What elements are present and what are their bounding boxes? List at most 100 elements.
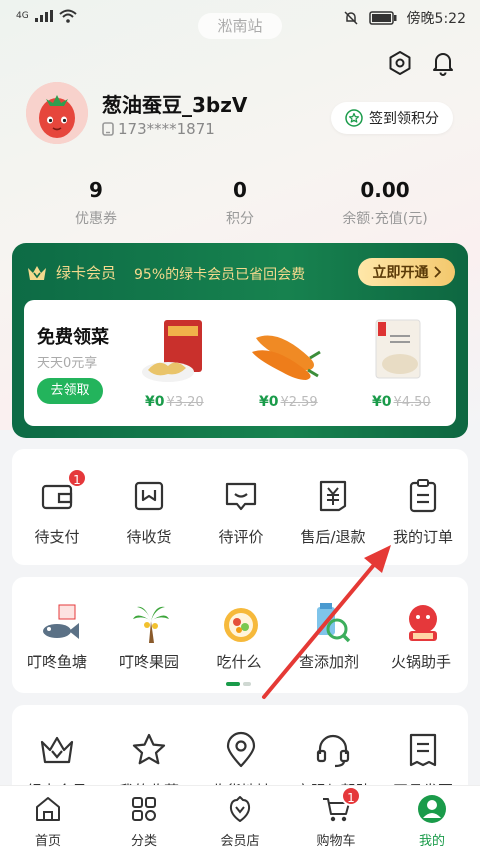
free-veggie-subtitle: 天天0元享	[37, 356, 98, 371]
additive-check-icon	[317, 603, 351, 643]
free-veggie-title: 免费领菜	[37, 327, 109, 348]
crown-icon	[40, 736, 74, 764]
stat-coupons[interactable]: 9 优惠券	[46, 178, 146, 228]
category-icon	[132, 797, 156, 821]
star-badge-icon	[345, 109, 363, 127]
member-title: 绿卡会员	[26, 262, 116, 283]
nickname[interactable]: 葱油蚕豆_3bzV	[102, 89, 247, 118]
price-now: ¥0	[145, 394, 165, 410]
invoice-icon	[409, 733, 437, 767]
service-label: 叮咚鱼塘	[26, 653, 87, 671]
pending-payment-badge: 1	[67, 468, 87, 488]
stat-points[interactable]: 0 积分	[190, 178, 290, 228]
nav-cart[interactable]: 1 购物车	[296, 786, 376, 849]
price-old: ¥3.20	[166, 395, 204, 410]
claim-button[interactable]: 去领取	[37, 378, 103, 404]
network-label: 4G	[16, 11, 29, 21]
crown-v-icon	[28, 265, 46, 280]
status-time: 傍晚5:22	[406, 11, 466, 27]
stat-value: 0.00	[360, 178, 410, 202]
nav-member-store[interactable]: 会员店	[200, 794, 280, 849]
open-membership-button[interactable]: 立即开通	[358, 258, 455, 286]
star-icon	[132, 733, 166, 765]
food-plate-icon	[224, 608, 258, 642]
notification-bell-icon[interactable]	[430, 50, 456, 76]
stat-value: 0	[233, 178, 247, 202]
service-additive-check[interactable]: 查添加剂	[283, 601, 375, 672]
service-label: 火锅助手	[390, 653, 451, 671]
nav-label: 分类	[130, 834, 157, 849]
stat-label: 余额·充值(元)	[342, 211, 428, 227]
nav-category[interactable]: 分类	[104, 794, 184, 849]
signin-label: 签到领积分	[369, 111, 439, 127]
nav-profile[interactable]: 我的	[392, 794, 472, 849]
home-icon	[36, 797, 60, 821]
snack-bag-icon[interactable]	[138, 318, 218, 386]
nav-label: 会员店	[220, 834, 260, 849]
signal-icon	[34, 10, 53, 22]
order-label: 待评价	[218, 528, 264, 546]
avatar[interactable]	[26, 82, 88, 144]
orchard-icon	[133, 606, 169, 643]
fish-pond-icon	[43, 604, 79, 639]
nav-label: 我的	[418, 834, 445, 849]
nav-home[interactable]: 首页	[8, 794, 88, 849]
service-label: 查添加剂	[298, 653, 359, 671]
cart-badge: 1	[341, 786, 361, 806]
page-indicator	[226, 682, 251, 686]
open-membership-label: 立即开通	[372, 265, 429, 281]
order-label: 待支付	[34, 528, 80, 546]
order-label: 售后/退款	[300, 528, 366, 546]
stat-label: 优惠券	[75, 211, 117, 227]
store-selector[interactable]: 淞南站	[198, 13, 282, 39]
member-store-icon	[229, 796, 251, 822]
page-dot-active	[226, 682, 240, 686]
signin-points-button[interactable]: 签到领积分	[331, 102, 453, 134]
service-hotpot[interactable]: 火锅助手	[375, 601, 467, 672]
price-old: ¥4.50	[393, 395, 431, 410]
wifi-icon	[59, 9, 77, 23]
refund-icon	[319, 480, 347, 512]
order-pending-payment[interactable]: 1 待支付	[11, 468, 103, 547]
order-label: 待收货	[126, 528, 172, 546]
product-price: ¥0 ¥4.50	[372, 394, 431, 410]
price-now: ¥0	[259, 394, 279, 410]
stat-label: 积分	[226, 211, 254, 227]
order-pending-review[interactable]: 待评价	[195, 476, 287, 547]
chevron-right-icon	[433, 266, 441, 278]
order-my-orders[interactable]: 我的订单	[377, 476, 469, 547]
service-label: 吃什么	[216, 653, 262, 671]
mute-bell-icon	[344, 11, 358, 25]
order-list-icon	[409, 479, 437, 513]
stat-value: 9	[89, 178, 103, 202]
location-pin-icon	[226, 731, 256, 768]
service-orchard[interactable]: 叮咚果园	[103, 601, 195, 672]
product-price: ¥0 ¥2.59	[259, 394, 318, 410]
service-fish-pond[interactable]: 叮咚鱼塘	[11, 601, 103, 672]
battery-icon	[368, 11, 397, 25]
carrot-icon[interactable]	[248, 318, 328, 386]
bowl-pack-icon[interactable]	[360, 318, 440, 386]
headset-icon	[316, 734, 350, 768]
nav-label: 首页	[34, 834, 61, 849]
order-pending-receive[interactable]: 待收货	[103, 476, 195, 547]
service-label: 叮咚果园	[118, 653, 179, 671]
stat-balance[interactable]: 0.00 余额·充值(元)	[320, 178, 450, 228]
price-now: ¥0	[372, 394, 392, 410]
price-old: ¥2.59	[280, 395, 318, 410]
receive-box-icon	[134, 481, 164, 511]
service-what-to-eat[interactable]: 吃什么	[193, 601, 285, 672]
page-dot	[243, 682, 251, 686]
hotpot-icon	[409, 605, 437, 641]
phone-number: 173****1871	[118, 120, 215, 138]
member-slogan: 95%的绿卡会员已省回会费	[134, 267, 306, 283]
strawberry-avatar-icon	[26, 82, 88, 144]
phone-row: 173****1871	[102, 120, 215, 138]
bottom-navigation: 首页 分类 会员店 1 购物车 我的	[0, 785, 480, 853]
product-price: ¥0 ¥3.20	[145, 394, 204, 410]
member-title-text: 绿卡会员	[56, 264, 117, 282]
settings-hex-icon[interactable]	[387, 50, 413, 76]
order-refund[interactable]: 售后/退款	[287, 476, 379, 547]
phone-icon	[102, 122, 114, 136]
nav-label: 购物车	[316, 834, 356, 849]
